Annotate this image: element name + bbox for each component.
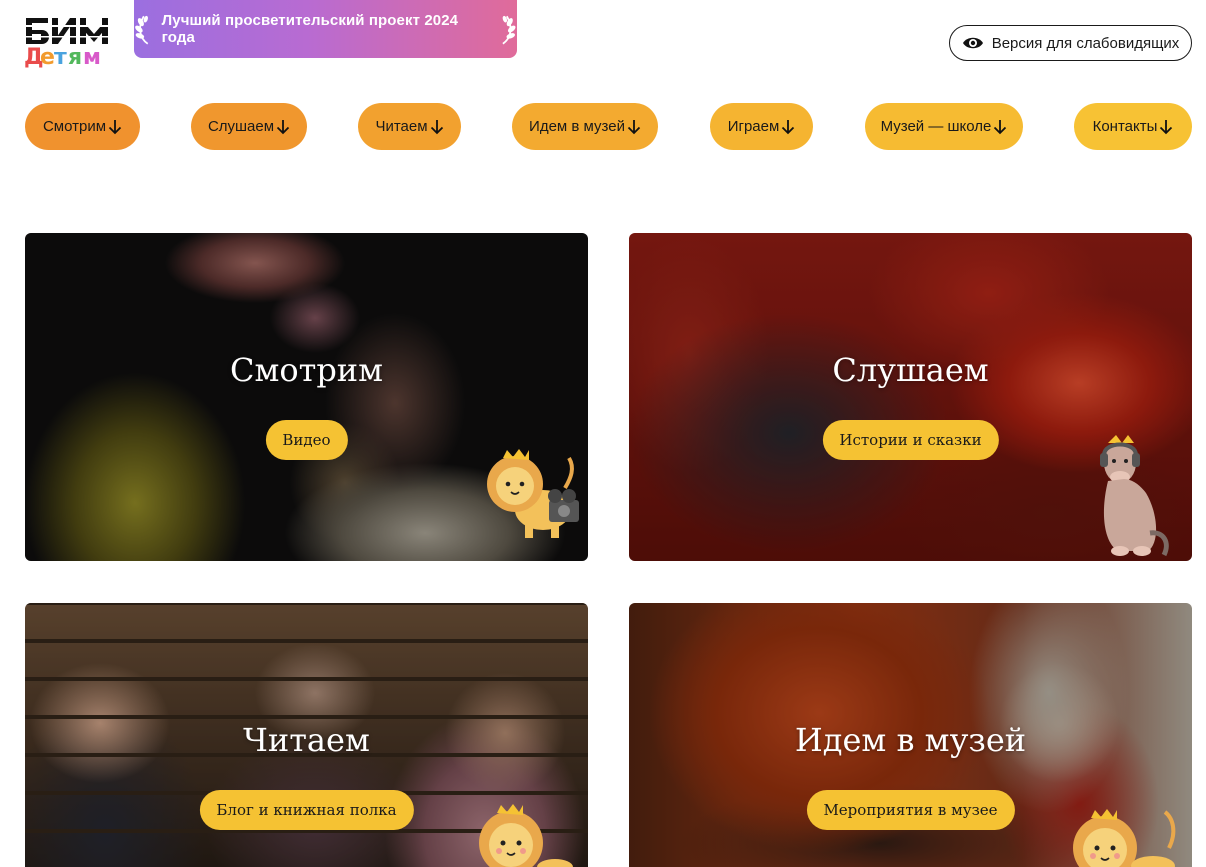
donkey-with-headphones-icon bbox=[1100, 435, 1169, 557]
card-slushaem[interactable]: Слушаем Истории и сказки bbox=[629, 233, 1192, 561]
svg-text:я: я bbox=[68, 45, 82, 68]
card-idem-v-muzey[interactable]: Идем в музей Мероприятия в музее bbox=[629, 603, 1192, 867]
svg-text:м: м bbox=[83, 45, 101, 68]
award-text: Лучший просветительский проект 2024 года bbox=[161, 12, 459, 46]
arrow-down-icon bbox=[430, 119, 443, 134]
arrow-down-icon bbox=[1160, 119, 1173, 134]
nav-label: Смотрим bbox=[42, 118, 107, 135]
bim-logo-icon: Д е т я м bbox=[24, 18, 108, 68]
lion-icon bbox=[479, 804, 573, 867]
lion-icon bbox=[1073, 809, 1176, 867]
card-title: Читаем bbox=[243, 721, 370, 759]
eye-icon bbox=[962, 37, 983, 49]
award-banner: Лучший просветительский проект 2024 года bbox=[134, 0, 517, 58]
svg-text:т: т bbox=[54, 45, 67, 68]
laurel-right-icon bbox=[502, 15, 516, 45]
lion-with-film-camera-icon bbox=[487, 449, 579, 538]
arrow-down-icon bbox=[782, 119, 795, 134]
accessibility-label: Версия для слабовидящих bbox=[991, 34, 1180, 52]
card-title: Слушаем bbox=[832, 351, 989, 389]
arrow-down-icon bbox=[627, 119, 641, 134]
nav-label: Музей — школе bbox=[880, 118, 992, 135]
site-logo[interactable]: Д е т я м bbox=[24, 16, 110, 68]
nav-item-kontakty[interactable]: Контакты bbox=[1074, 103, 1192, 150]
svg-text:е: е bbox=[40, 45, 55, 68]
card-title: Смотрим bbox=[229, 351, 384, 389]
nav-label: Читаем bbox=[375, 118, 428, 135]
arrow-down-icon bbox=[276, 119, 290, 134]
card-title: Идем в музей bbox=[794, 721, 1027, 759]
accessibility-button[interactable]: Версия для слабовидящих bbox=[949, 25, 1192, 61]
nav-item-muzey-shkole[interactable]: Музей — школе bbox=[865, 103, 1023, 150]
nav-item-slushaem[interactable]: Слушаем bbox=[191, 103, 307, 150]
card-button[interactable]: Блог и книжная полка bbox=[199, 790, 414, 830]
nav-item-idem-v-muzey[interactable]: Идем в музей bbox=[512, 103, 658, 150]
nav-label: Контакты bbox=[1092, 118, 1158, 135]
card-button[interactable]: Видео bbox=[265, 420, 348, 460]
laurel-left-icon bbox=[135, 15, 149, 45]
card-button[interactable]: Мероприятия в музее bbox=[806, 790, 1015, 830]
nav-item-chitaem[interactable]: Читаем bbox=[358, 103, 461, 150]
nav-item-igraem[interactable]: Играем bbox=[710, 103, 813, 150]
arrow-down-icon bbox=[994, 119, 1007, 134]
card-chitaem[interactable]: Читаем Блог и книжная полка bbox=[25, 603, 588, 867]
nav-label: Идем в музей bbox=[529, 118, 625, 135]
card-button[interactable]: Истории и сказки bbox=[822, 420, 999, 460]
nav-label: Играем bbox=[727, 118, 780, 135]
nav-item-smotrim[interactable]: Смотрим bbox=[25, 103, 140, 150]
nav-label: Слушаем bbox=[207, 118, 275, 135]
card-smotrim[interactable]: Смотрим Видео bbox=[25, 233, 588, 561]
arrow-down-icon bbox=[108, 119, 122, 134]
